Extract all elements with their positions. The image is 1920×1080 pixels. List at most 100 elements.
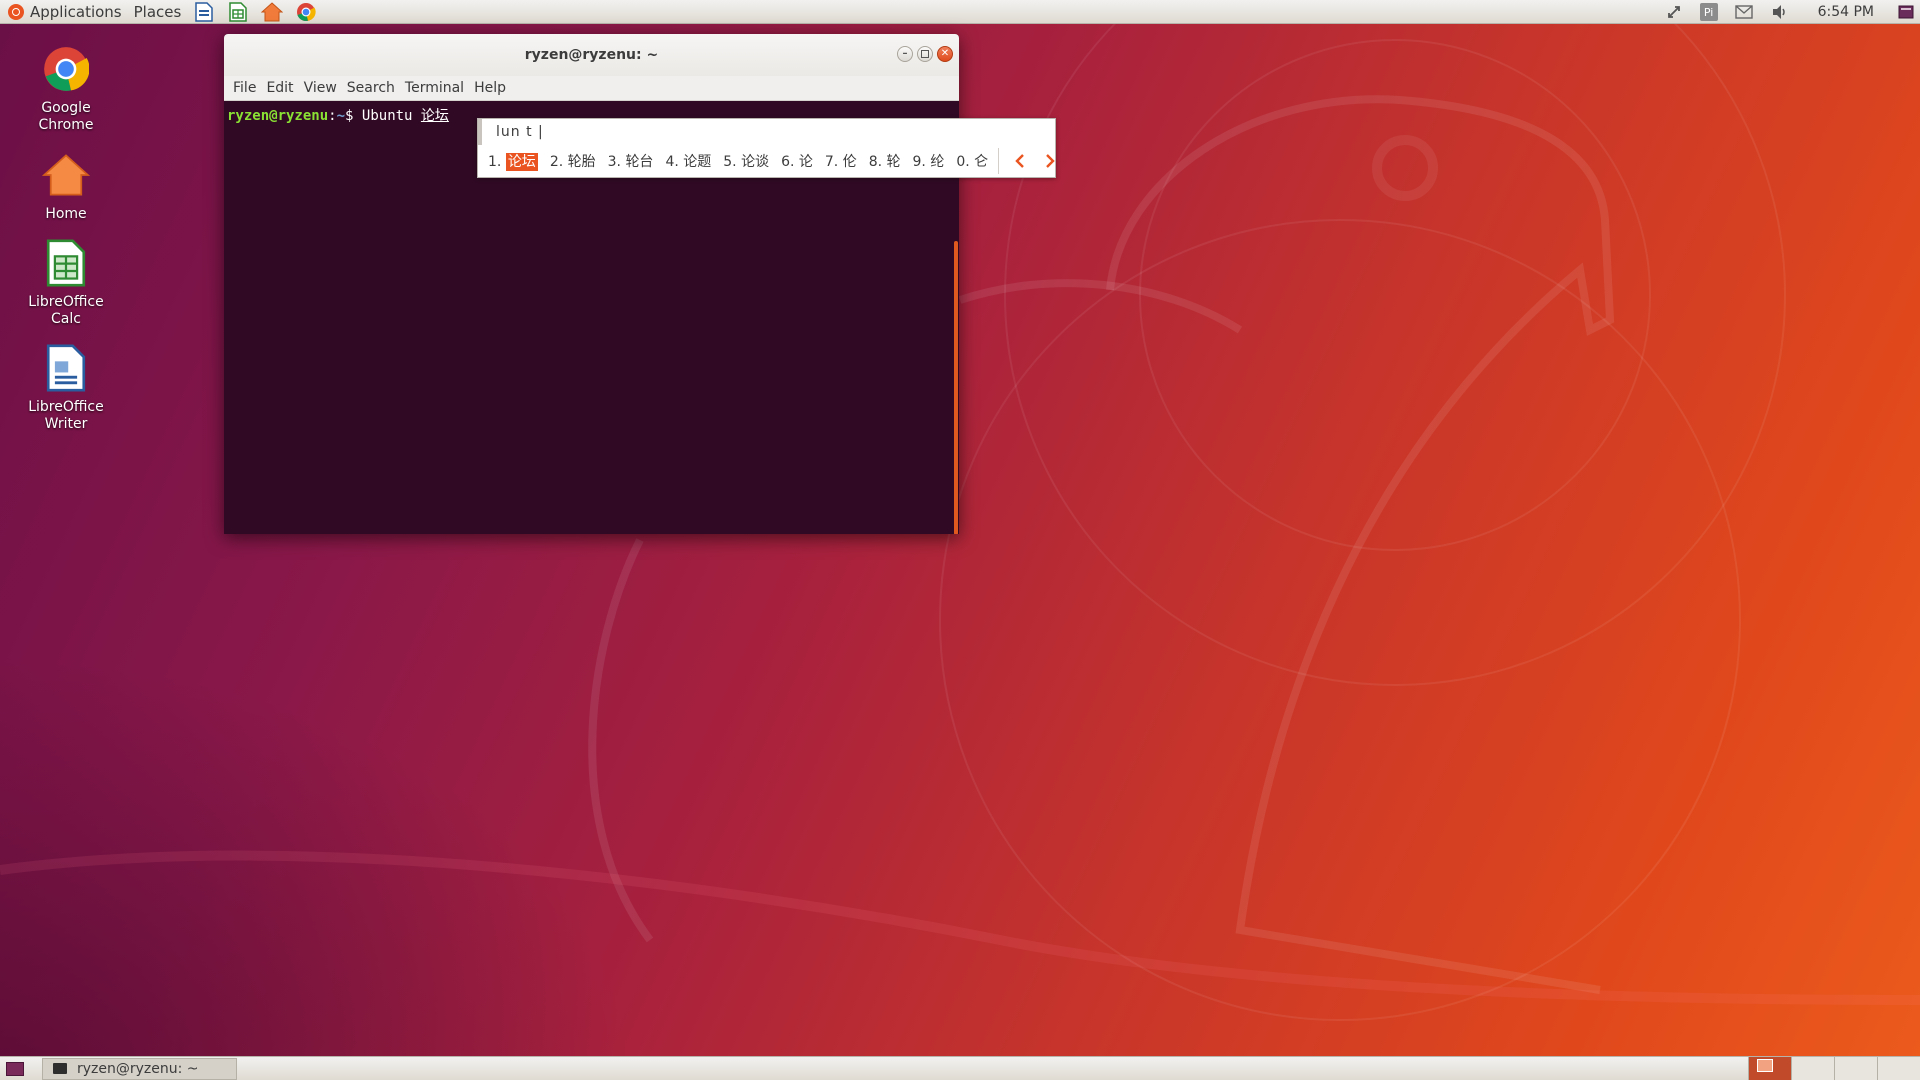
mail-indicator[interactable] (1734, 2, 1754, 22)
terminal-titlebar[interactable]: ryzen@ryzenu: ~ – ✕ (224, 34, 959, 76)
desktop-icon-home[interactable]: Home (16, 150, 116, 223)
ubuntu-logo-icon (8, 3, 24, 20)
writer-launcher[interactable] (193, 1, 215, 23)
menu-terminal[interactable]: Terminal (400, 80, 469, 96)
ime-candidate-list: 1. 论坛 2. 轮胎 3. 轮台 4. 论题 5. 论谈 6. 论 7. 伦 … (478, 145, 1055, 177)
top-panel: Applications Places Pi 6:54 PM (0, 0, 1920, 24)
candidate-text: 仑 (974, 154, 989, 170)
power-session-icon (1898, 5, 1914, 19)
window-controls: – ✕ (897, 46, 953, 62)
menu-edit[interactable]: Edit (261, 80, 298, 96)
chrome-launcher[interactable] (295, 1, 317, 23)
calc-icon (41, 238, 91, 288)
candidate-text: 伦 (842, 154, 857, 170)
ime-prev-page-button[interactable] (1009, 150, 1031, 172)
ime-input-row: lun t | (478, 119, 1055, 145)
input-method-indicator[interactable]: Pi (1699, 3, 1718, 21)
maximize-button[interactable] (917, 46, 933, 62)
taskbar-item-terminal[interactable]: ryzen@ryzenu: ~ (42, 1057, 237, 1080)
typed-text: Ubuntu (361, 108, 413, 124)
desktop-icon-label: Home (45, 206, 87, 222)
desktop-icon-calc[interactable]: LibreOffice Calc (16, 238, 116, 328)
candidate-index: 4. (665, 154, 679, 170)
ime-candidate-2[interactable]: 2. 轮胎 (550, 151, 596, 171)
volume-indicator[interactable] (1770, 2, 1790, 22)
system-tray: Pi 6:54 PM (1656, 0, 1920, 24)
menu-help[interactable]: Help (469, 80, 511, 96)
terminal-scrollbar[interactable] (954, 241, 958, 534)
places-menu-label: Places (133, 2, 182, 21)
ime-candidate-10[interactable]: 0. 仑 (956, 151, 988, 171)
network-icon (1667, 6, 1680, 18)
menu-view[interactable]: View (299, 80, 342, 96)
desktop-icon-chrome[interactable]: Google Chrome (16, 44, 116, 134)
ime-next-page-button[interactable] (1039, 150, 1061, 172)
ime-input-text: lun t | (496, 124, 544, 140)
candidate-text: 论坛 (505, 153, 538, 171)
menu-file[interactable]: File (228, 80, 261, 96)
ime-candidate-popup: lun t | 1. 论坛 2. 轮胎 3. 轮台 4. 论题 5. 论谈 6.… (477, 118, 1056, 178)
ime-candidate-3[interactable]: 3. 轮台 (608, 151, 654, 171)
chevron-left-icon (1015, 154, 1024, 168)
workspace-2[interactable] (1791, 1057, 1834, 1080)
candidate-text: 论题 (683, 154, 712, 170)
maximize-icon (921, 50, 929, 58)
desktop-icon-writer[interactable]: LibreOffice Writer (16, 343, 116, 433)
ime-candidate-7[interactable]: 7. 伦 (825, 151, 857, 171)
places-menu[interactable]: Places (128, 0, 188, 24)
candidate-text: 论谈 (741, 154, 770, 170)
workspace-4[interactable] (1877, 1057, 1920, 1080)
applications-menu[interactable]: Applications (0, 0, 128, 24)
network-wired-icon[interactable] (1664, 2, 1684, 22)
chrome-icon (297, 2, 316, 21)
ime-candidate-8[interactable]: 8. 轮 (869, 151, 901, 171)
ime-candidate-9[interactable]: 9. 纶 (913, 151, 945, 171)
home-folder-icon (261, 1, 284, 21)
ime-page-nav (998, 148, 1069, 174)
prompt-separator: : (328, 108, 337, 124)
menu-search[interactable]: Search (342, 80, 400, 96)
home-folder-icon (41, 150, 91, 200)
calc-launcher[interactable] (227, 1, 249, 23)
candidate-index: 7. (824, 154, 839, 170)
bottom-panel: ryzen@ryzenu: ~ (0, 1056, 1920, 1080)
candidate-index: 6. (781, 154, 795, 170)
candidate-index: 0. (956, 154, 970, 170)
ime-candidate-5[interactable]: 5. 论谈 (723, 151, 769, 171)
taskbar-item-label: ryzen@ryzenu: ~ (77, 1060, 199, 1077)
candidate-index: 5. (723, 154, 737, 170)
terminal-window[interactable]: ryzen@ryzenu: ~ – ✕ File Edit View Searc… (224, 34, 959, 534)
chevron-right-icon (1046, 154, 1055, 168)
desktop-icon-label: Google Chrome (38, 100, 94, 133)
clock[interactable]: 6:54 PM (1818, 4, 1874, 20)
ime-candidate-4[interactable]: 4. 论题 (665, 151, 711, 171)
terminal-menubar: File Edit View Search Terminal Help (224, 76, 959, 101)
writer-icon (41, 343, 91, 393)
candidate-text: 轮台 (625, 154, 654, 170)
speaker-icon (1772, 5, 1785, 19)
ime-candidate-1[interactable]: 1. 论坛 (488, 151, 538, 171)
candidate-text: 轮胎 (567, 154, 596, 170)
show-desktop-button[interactable] (6, 1061, 24, 1076)
candidate-index: 3. (607, 154, 621, 170)
workspace-3[interactable] (1834, 1057, 1877, 1080)
workspace-switcher (1748, 1057, 1920, 1080)
prompt-user: ryzen@ryzenu (227, 108, 329, 124)
window-title: ryzen@ryzenu: ~ (524, 47, 659, 63)
minimize-button[interactable]: – (897, 46, 913, 62)
terminal-icon (53, 1063, 67, 1074)
candidate-index: 2. (549, 154, 564, 170)
candidate-index: 9. (912, 154, 926, 170)
input-method-label: Pi (1703, 5, 1714, 19)
preedit-text: 论坛 (420, 108, 449, 124)
session-indicator[interactable] (1896, 2, 1916, 22)
applications-menu-label: Applications (30, 2, 122, 21)
workspace-1[interactable] (1748, 1057, 1791, 1080)
calc-icon (229, 1, 248, 22)
candidate-index: 8. (868, 154, 883, 170)
candidate-text: 轮 (886, 154, 901, 170)
home-launcher[interactable] (261, 1, 284, 23)
close-button[interactable]: ✕ (937, 46, 953, 62)
candidate-text: 纶 (930, 154, 945, 170)
ime-candidate-6[interactable]: 6. 论 (781, 151, 813, 171)
